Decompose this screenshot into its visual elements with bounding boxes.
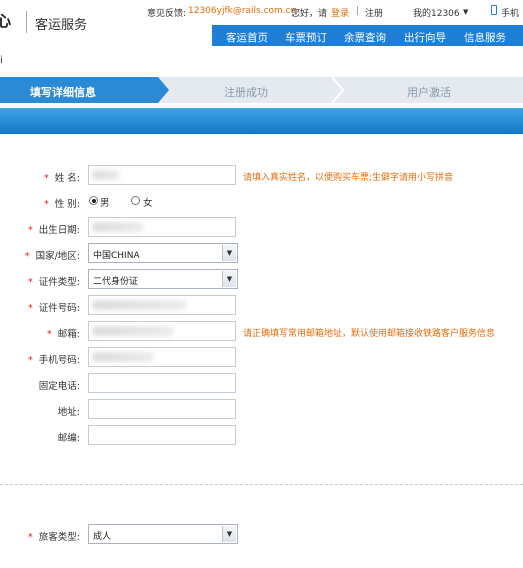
passenger-type-label: * 旅客类型:	[28, 532, 80, 543]
nav-item-ticket-query[interactable]: 余票查询	[344, 30, 386, 45]
birthdate-label: * 出生日期:	[28, 225, 80, 236]
country-value: 中国CHINA	[93, 251, 140, 261]
address-input[interactable]	[88, 399, 236, 419]
id-type-value: 二代身份证	[93, 277, 139, 287]
feedback-label: 意见反馈:	[147, 9, 187, 19]
country-label: * 国家/地区:	[24, 251, 80, 262]
country-select[interactable]: 中国CHINA ▼	[88, 243, 238, 263]
redacted-email	[92, 326, 174, 336]
email-hint: 请正确填写常用邮箱地址，默认使用邮箱接收铁路客户服务信息	[243, 329, 496, 339]
nav-item-travel-guide[interactable]: 出行向导	[404, 30, 446, 45]
redacted-birthdate	[92, 222, 144, 232]
chevron-down-icon: ▼	[222, 271, 236, 287]
redacted-name	[92, 170, 120, 180]
section-header-bar	[0, 108, 523, 134]
logo-fragment: 心	[0, 12, 11, 30]
id-type-select[interactable]: 二代身份证 ▼	[88, 269, 238, 289]
register-link[interactable]: 注册	[365, 6, 383, 19]
gender-male-label: 男	[100, 198, 110, 209]
logo-divider	[26, 11, 27, 33]
step-fill-details: 填写详细信息	[30, 86, 96, 99]
mobile-link[interactable]: 手机	[501, 6, 519, 19]
chevron-down-icon: ▼	[222, 245, 236, 261]
breadcrumb: i	[0, 55, 3, 66]
name-hint: 请填入真实姓名，以便购买车票;生僻字请用小写拼音	[243, 173, 454, 183]
step-arrow-divider	[331, 77, 345, 103]
postcode-label: 邮编:	[57, 433, 80, 444]
chevron-down-icon: ▼	[222, 526, 236, 542]
section-divider	[0, 484, 523, 485]
nav-item-booking[interactable]: 车票预订	[285, 30, 327, 45]
gender-female-label: 女	[143, 198, 153, 209]
header-separator: |	[356, 6, 360, 16]
feedback-email-link[interactable]: 12306yjfk@rails.com.cn	[188, 6, 296, 16]
id-type-label: * 证件类型:	[28, 277, 80, 288]
gender-male-radio[interactable]	[89, 196, 98, 205]
phone-label: 固定电话:	[38, 381, 80, 392]
mobile-phone-icon[interactable]	[491, 5, 497, 15]
gender-label: * 性 别:	[44, 199, 80, 210]
passenger-type-value: 成人	[93, 532, 112, 542]
nav-item-home[interactable]: 客运首页	[226, 30, 268, 45]
phone-input[interactable]	[88, 373, 236, 393]
postcode-input[interactable]	[88, 425, 236, 445]
nav-item-info-service[interactable]: 信息服务	[464, 30, 506, 45]
site-name: 客运服务	[35, 18, 88, 33]
my-account-link[interactable]: 我的12306	[413, 6, 460, 19]
email-label: * 邮箱:	[47, 329, 80, 340]
mobile-label: * 手机号码:	[28, 355, 80, 366]
step-arrow-active	[158, 77, 169, 103]
redacted-id-number	[92, 300, 187, 310]
step-activate-user: 用户激活	[407, 86, 451, 99]
address-label: 地址:	[57, 407, 80, 418]
greeting-text: 您好，请	[291, 9, 328, 19]
login-link[interactable]: 登录	[331, 6, 349, 19]
name-label: * 姓 名:	[44, 173, 80, 184]
chevron-down-icon[interactable]: ▼	[463, 8, 468, 16]
passenger-type-select[interactable]: 成人 ▼	[88, 524, 238, 544]
redacted-mobile	[92, 352, 154, 362]
id-number-label: * 证件号码:	[28, 303, 80, 314]
main-nav: 客运首页 车票预订 余票查询 出行向导 信息服务	[212, 25, 523, 46]
gender-female-radio[interactable]	[131, 196, 140, 205]
step-register-success: 注册成功	[224, 86, 268, 99]
